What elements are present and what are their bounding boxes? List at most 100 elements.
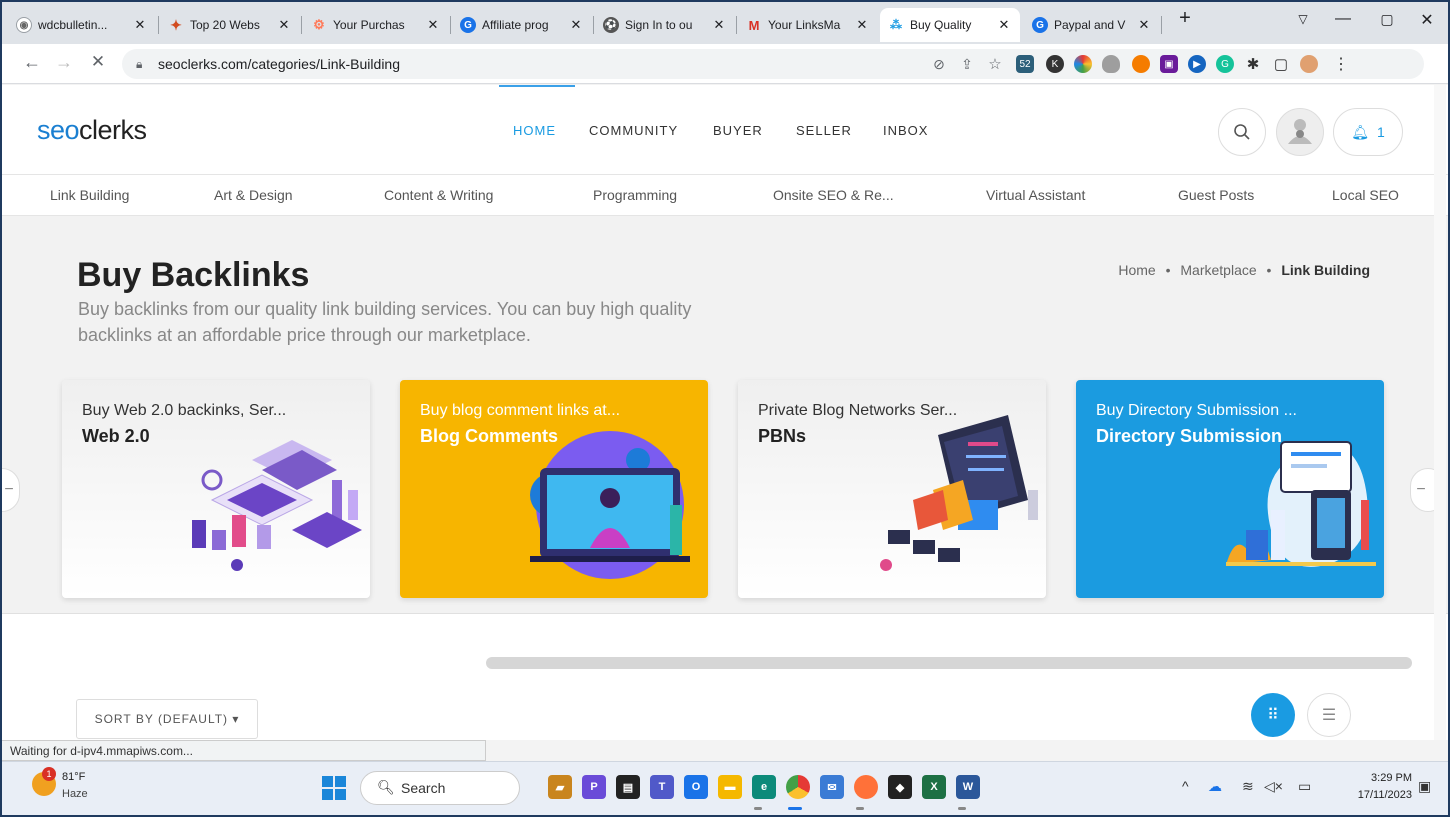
minimize-icon[interactable]: — bbox=[1328, 10, 1358, 28]
lock-icon[interactable]: 🔒︎ bbox=[136, 57, 142, 72]
speaker-muted-icon[interactable]: ◁× bbox=[1264, 778, 1283, 795]
list-view-button[interactable]: ☰ bbox=[1307, 693, 1351, 737]
app-active-indicator bbox=[788, 807, 802, 810]
new-tab-button[interactable]: + bbox=[1170, 7, 1200, 30]
close-icon[interactable]: ✕ bbox=[568, 17, 584, 33]
premiere-app-icon[interactable]: P bbox=[582, 775, 606, 799]
category-content-writing[interactable]: Content & Writing bbox=[384, 187, 493, 203]
bookmark-star-icon[interactable]: ☆ bbox=[986, 55, 1004, 73]
excel-app-icon[interactable]: X bbox=[922, 775, 946, 799]
battery-icon[interactable]: ▭ bbox=[1298, 778, 1311, 795]
tray-chevron-up-icon[interactable]: ^ bbox=[1182, 778, 1189, 794]
site-logo[interactable]: seoclerks bbox=[37, 115, 147, 146]
wifi-icon[interactable]: ≋ bbox=[1242, 778, 1254, 795]
extension-color-icon[interactable] bbox=[1074, 55, 1092, 73]
edge-app-icon[interactable]: e bbox=[752, 775, 776, 799]
file-explorer-icon[interactable]: ▬ bbox=[718, 775, 742, 799]
nav-inbox[interactable]: INBOX bbox=[883, 123, 928, 138]
card-teaser: Private Blog Networks Ser... bbox=[758, 402, 958, 419]
nav-community[interactable]: COMMUNITY bbox=[589, 123, 678, 138]
tab-linksma[interactable]: M Your LinksMa ✕ bbox=[738, 8, 878, 42]
mail-app-icon[interactable]: ✉ bbox=[820, 775, 844, 799]
subcategory-card-blog-comments[interactable]: Buy blog comment links at... Blog Commen… bbox=[400, 380, 708, 598]
weather-badge: 1 bbox=[42, 767, 56, 781]
extension-shield-icon[interactable] bbox=[1102, 55, 1120, 73]
tab-wdcbulletin[interactable]: ◉ wdcbulletin... ✕ bbox=[8, 8, 156, 42]
horizontal-scrollbar[interactable] bbox=[486, 657, 1412, 669]
taskbar-search-box[interactable]: 🔍︎ Search bbox=[360, 771, 520, 805]
extensions-puzzle-icon[interactable]: ✱ bbox=[1244, 55, 1262, 73]
category-art-design[interactable]: Art & Design bbox=[214, 187, 293, 203]
breadcrumb-home[interactable]: Home bbox=[1118, 262, 1155, 278]
extension-k-icon[interactable]: K bbox=[1046, 55, 1064, 73]
close-icon[interactable]: ✕ bbox=[711, 17, 727, 33]
nav-seller[interactable]: SELLER bbox=[796, 123, 852, 138]
close-icon[interactable]: ✕ bbox=[854, 17, 870, 33]
briefcase-app-icon[interactable]: ▰ bbox=[548, 775, 572, 799]
close-icon[interactable]: ✕ bbox=[425, 17, 441, 33]
close-icon[interactable]: ✕ bbox=[996, 17, 1012, 33]
side-panel-icon[interactable]: ▢ bbox=[1272, 55, 1290, 73]
notifications-button[interactable]: 🔔︎ 1 bbox=[1333, 108, 1403, 156]
nav-buyer[interactable]: BUYER bbox=[713, 123, 763, 138]
extension-play-icon[interactable]: ▶ bbox=[1188, 55, 1206, 73]
task-view-icon[interactable]: ▤ bbox=[616, 775, 640, 799]
back-icon[interactable]: ← bbox=[20, 52, 44, 73]
chrome-app-icon[interactable] bbox=[786, 775, 810, 799]
tab-paypal[interactable]: G Paypal and V ✕ bbox=[1024, 8, 1160, 42]
share-icon[interactable]: ⇪ bbox=[958, 55, 976, 73]
vertical-scrollbar[interactable] bbox=[1434, 85, 1446, 740]
tab-search-chevron-icon[interactable]: ▽ bbox=[1288, 12, 1318, 26]
tab-affiliate[interactable]: G Affiliate prog ✕ bbox=[452, 8, 592, 42]
window-close-icon[interactable]: ✕ bbox=[1412, 10, 1442, 30]
clock-time[interactable]: 3:29 PM bbox=[1352, 772, 1412, 784]
extension-52-icon[interactable]: 52 bbox=[1016, 55, 1034, 73]
profile-avatar-icon[interactable] bbox=[1300, 55, 1318, 73]
extension-purple-icon[interactable]: ▣ bbox=[1160, 55, 1178, 73]
user-avatar[interactable] bbox=[1276, 108, 1324, 156]
category-local-seo[interactable]: Local SEO bbox=[1332, 187, 1399, 203]
close-icon[interactable]: ✕ bbox=[276, 17, 292, 33]
category-programming[interactable]: Programming bbox=[593, 187, 677, 203]
shield-app-icon[interactable]: ◆ bbox=[888, 775, 912, 799]
subcategory-card-web20[interactable]: Buy Web 2.0 backinks, Ser... Web 2.0 bbox=[62, 380, 370, 598]
close-icon[interactable]: ✕ bbox=[1136, 17, 1152, 33]
forward-icon[interactable]: → bbox=[52, 52, 76, 73]
outlook-app-icon[interactable]: O bbox=[684, 775, 708, 799]
subcategory-card-pbns[interactable]: Private Blog Networks Ser... PBNs bbox=[738, 380, 1046, 598]
subcategory-card-directory-submission[interactable]: Buy Directory Submission ... Directory S… bbox=[1076, 380, 1384, 598]
weather-condition[interactable]: Haze bbox=[62, 788, 88, 800]
tab-signin[interactable]: ⚽ Sign In to ou ✕ bbox=[595, 8, 735, 42]
windows-start-icon[interactable] bbox=[322, 776, 346, 800]
nav-home[interactable]: HOME bbox=[513, 123, 556, 138]
category-onsite-seo[interactable]: Onsite SEO & Re... bbox=[773, 187, 894, 203]
grid-view-button[interactable]: ⠿ bbox=[1251, 693, 1295, 737]
site-search-button[interactable] bbox=[1218, 108, 1266, 156]
category-link-building[interactable]: Link Building bbox=[50, 187, 129, 203]
sort-dropdown[interactable]: SORT BY (DEFAULT) ▾ bbox=[76, 699, 258, 739]
grammarly-icon[interactable]: G bbox=[1216, 55, 1234, 73]
tab-top20[interactable]: ✦ Top 20 Webs ✕ bbox=[160, 8, 300, 42]
category-guest-posts[interactable]: Guest Posts bbox=[1178, 187, 1254, 203]
notification-center-icon[interactable]: ▣ bbox=[1418, 778, 1431, 795]
weather-temperature[interactable]: 81°F bbox=[62, 771, 85, 783]
stop-loading-icon[interactable]: ✕ bbox=[86, 52, 110, 72]
onedrive-cloud-icon[interactable]: ☁ bbox=[1208, 778, 1222, 795]
extension-semrush-icon[interactable] bbox=[1132, 55, 1150, 73]
category-virtual-assistant[interactable]: Virtual Assistant bbox=[986, 187, 1085, 203]
close-icon[interactable]: ✕ bbox=[132, 17, 148, 33]
restore-icon[interactable]: ▢ bbox=[1372, 11, 1402, 28]
breadcrumb-marketplace[interactable]: Marketplace bbox=[1180, 262, 1256, 278]
browser-menu-icon[interactable]: ⋮ bbox=[1332, 55, 1350, 73]
clock-date[interactable]: 17/11/2023 bbox=[1336, 789, 1412, 801]
eye-off-icon[interactable]: ⊘ bbox=[930, 55, 948, 73]
tab-buy-quality[interactable]: ⁂ Buy Quality ✕ bbox=[880, 8, 1020, 42]
tab-purchase[interactable]: ⚙ Your Purchas ✕ bbox=[303, 8, 449, 42]
search-icon: 🔍︎ bbox=[377, 779, 395, 795]
teams-app-icon[interactable]: T bbox=[650, 775, 674, 799]
bell-icon: 🔔︎ bbox=[1351, 123, 1369, 140]
card-title: Blog Comments bbox=[420, 426, 559, 446]
word-app-icon[interactable]: W bbox=[956, 775, 980, 799]
firefox-app-icon[interactable] bbox=[854, 775, 878, 799]
url-text[interactable]: seoclerks.com/categories/Link-Building bbox=[158, 56, 400, 72]
